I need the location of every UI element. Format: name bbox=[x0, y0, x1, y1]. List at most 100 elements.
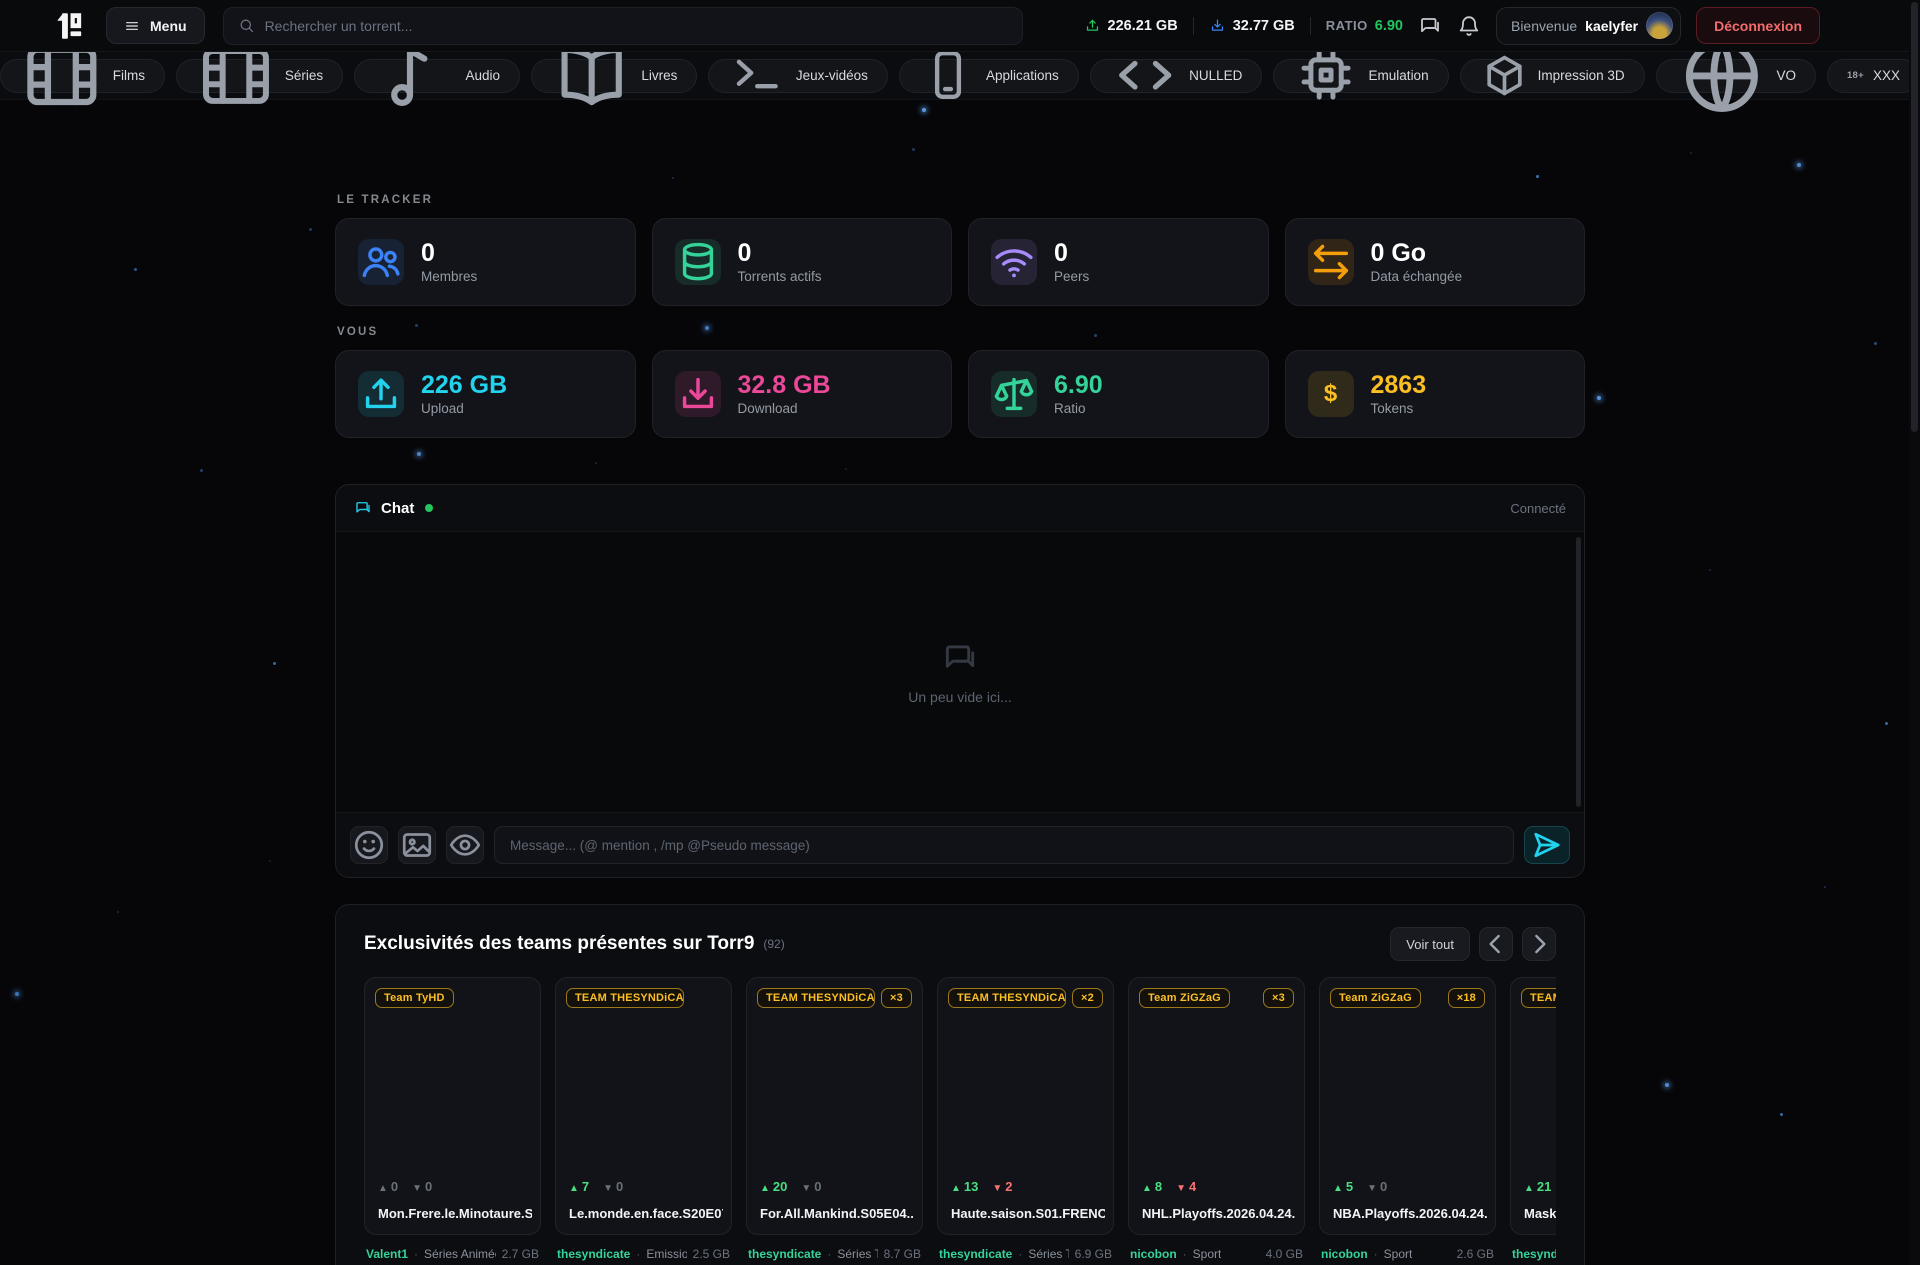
torrent-size: 6.9 GB bbox=[1075, 1247, 1112, 1261]
stat-card-peers: 0Peers bbox=[968, 218, 1269, 306]
transfer-icon bbox=[1308, 239, 1354, 285]
terminal-icon bbox=[728, 46, 787, 105]
wifi-icon bbox=[991, 239, 1037, 285]
nav-item-jeux-vid-os[interactable]: Jeux-vidéos bbox=[708, 59, 888, 93]
chat-messages-area: Un peu vide ici... bbox=[336, 531, 1584, 813]
user-menu[interactable]: Bienvenue kaelyfer bbox=[1496, 7, 1681, 45]
torrent-card[interactable]: Team ZiGZaG×3▲8▼4NHL.Playoffs.2026.04.24… bbox=[1128, 977, 1305, 1261]
nav-item-label: Audio bbox=[465, 68, 500, 83]
emoji-button[interactable] bbox=[350, 826, 388, 864]
torrent-meta: thesyndicate·Séries TV6.9 GB bbox=[937, 1247, 1114, 1261]
torrent-title: Le.monde.en.face.S20E07... bbox=[569, 1206, 723, 1221]
torrent-card-poster[interactable]: TEAM THESYNDiCATE▲21▼0Mask.S bbox=[1510, 977, 1556, 1235]
nav-item-label: VO bbox=[1776, 68, 1796, 83]
divider bbox=[1310, 17, 1311, 35]
uploader-name[interactable]: nicobon bbox=[1321, 1247, 1368, 1261]
chat-scrollbar[interactable] bbox=[1576, 537, 1581, 807]
torrent-card-poster[interactable]: Team ZiGZaG×3▲8▼4NHL.Playoffs.2026.04.24… bbox=[1128, 977, 1305, 1235]
site-logo[interactable] bbox=[52, 8, 88, 44]
torrent-card[interactable]: Team ZiGZaG×18▲5▼0NBA.Playoffs.2026.04.2… bbox=[1319, 977, 1496, 1261]
users-icon bbox=[358, 239, 404, 285]
stat-value: 226 GB bbox=[421, 372, 507, 398]
star bbox=[1874, 342, 1877, 345]
stat-value: 32.8 GB bbox=[738, 372, 831, 398]
chevron-left-icon bbox=[1480, 928, 1512, 960]
top-bar: Menu 226.21 GB 32.77 GB RATIO 6.90 Bienv… bbox=[0, 0, 1920, 52]
meta-separator: · bbox=[1374, 1247, 1378, 1261]
team-badge: Team TyHD bbox=[375, 988, 454, 1008]
torrent-card-poster[interactable]: Team TyHD▲0▼0Mon.Frere.le.Minotaure.S... bbox=[364, 977, 541, 1235]
nav-item-films[interactable]: Films bbox=[0, 59, 165, 93]
uploader-name[interactable]: thesyndicate bbox=[557, 1247, 630, 1261]
stat-value: 0 Go bbox=[1371, 240, 1463, 266]
peers-row: ▲8▼4 bbox=[1142, 1179, 1196, 1194]
uploader-name[interactable]: thesyndicate bbox=[748, 1247, 821, 1261]
seeders-up-icon: ▲ bbox=[569, 1183, 579, 1194]
torrent-category: Séries Animées bbox=[424, 1247, 496, 1261]
leechers-count: ▼4 bbox=[1176, 1179, 1196, 1194]
seeders-up-icon: ▲ bbox=[951, 1183, 961, 1194]
page-scrollbar-thumb[interactable] bbox=[1911, 2, 1918, 432]
preview-button[interactable] bbox=[446, 826, 484, 864]
seeders-up-icon: ▲ bbox=[760, 1183, 770, 1194]
exclusives-title: Exclusivités des teams présentes sur Tor… bbox=[364, 933, 754, 955]
nav-item-emulation[interactable]: Emulation bbox=[1273, 59, 1448, 93]
search-bar[interactable] bbox=[223, 7, 1023, 45]
torrent-title: NBA.Playoffs.2026.04.24... bbox=[1333, 1206, 1487, 1221]
nav-item-xxx[interactable]: 18+XXX bbox=[1827, 59, 1920, 93]
seeders-count: ▲20 bbox=[760, 1179, 787, 1194]
carousel-next-button[interactable] bbox=[1522, 927, 1556, 961]
adult-18-icon: 18+ bbox=[1847, 70, 1864, 81]
torrent-category: Séries TV bbox=[837, 1247, 877, 1261]
notifications-button[interactable] bbox=[1457, 14, 1481, 38]
seeders-count: ▲21 bbox=[1524, 1179, 1551, 1194]
leechers-count: ▼0 bbox=[412, 1179, 432, 1194]
uploader-name[interactable]: Valent1 bbox=[366, 1247, 408, 1261]
stat-value: 6.90 bbox=[1054, 372, 1103, 398]
carousel-prev-button[interactable] bbox=[1479, 927, 1513, 961]
nav-item-livres[interactable]: Livres bbox=[531, 59, 697, 93]
nav-item-audio[interactable]: Audio bbox=[354, 59, 520, 93]
stat-label: Download bbox=[738, 401, 831, 416]
logout-button[interactable]: Déconnexion bbox=[1696, 7, 1820, 44]
nav-item-impression-3d[interactable]: Impression 3D bbox=[1460, 59, 1645, 93]
torrent-card[interactable]: TEAM THESYNDiCATE×3▲20▼0For.All.Mankind.… bbox=[746, 977, 923, 1261]
torrent-card-poster[interactable]: TEAM THESYNDiCATE×3▲20▼0For.All.Mankind.… bbox=[746, 977, 923, 1235]
image-upload-button[interactable] bbox=[398, 826, 436, 864]
torrent-card[interactable]: TEAM THESYNDiCATE▲7▼0Le.monde.en.face.S2… bbox=[555, 977, 732, 1261]
page-scrollbar[interactable] bbox=[1909, 0, 1920, 1265]
torrent-size: 8.7 GB bbox=[884, 1247, 921, 1261]
star bbox=[1885, 722, 1888, 725]
chat-title: Chat bbox=[381, 500, 414, 517]
message-input[interactable] bbox=[494, 826, 1514, 864]
stat-card-upload: 226 GBUpload bbox=[335, 350, 636, 438]
download-icon bbox=[675, 371, 721, 417]
nav-item-applications[interactable]: Applications bbox=[899, 59, 1079, 93]
database-icon bbox=[675, 239, 721, 285]
torrent-card[interactable]: Team TyHD▲0▼0Mon.Frere.le.Minotaure.S...… bbox=[364, 977, 541, 1261]
uploader-name[interactable]: thesyndicate bbox=[1512, 1247, 1556, 1261]
uploader-name[interactable]: nicobon bbox=[1130, 1247, 1177, 1261]
chat-bubbles-icon bbox=[1418, 14, 1442, 38]
nav-item-nulled[interactable]: NULLED bbox=[1090, 59, 1263, 93]
torrent-card-poster[interactable]: Team ZiGZaG×18▲5▼0NBA.Playoffs.2026.04.2… bbox=[1319, 977, 1496, 1235]
stat-value: 2863 bbox=[1371, 372, 1427, 398]
torrent-card-poster[interactable]: TEAM THESYNDiCATE×2▲13▼2Haute.saison.S01… bbox=[937, 977, 1114, 1235]
messages-button[interactable] bbox=[1418, 14, 1442, 38]
multiplier-badge: ×3 bbox=[881, 988, 912, 1008]
online-status-dot bbox=[425, 504, 433, 512]
torrent-card-poster[interactable]: TEAM THESYNDiCATE▲7▼0Le.monde.en.face.S2… bbox=[555, 977, 732, 1235]
nav-item-label: Séries bbox=[285, 68, 323, 83]
nav-item-vo[interactable]: VO bbox=[1656, 59, 1816, 93]
nav-item-s-ries[interactable]: Séries bbox=[176, 59, 343, 93]
uploader-name[interactable]: thesyndicate bbox=[939, 1247, 1012, 1261]
torrent-card[interactable]: TEAM THESYNDiCATE▲21▼0Mask.Sthesyndicate bbox=[1510, 977, 1556, 1261]
search-input[interactable] bbox=[265, 18, 1008, 34]
view-all-button[interactable]: Voir tout bbox=[1390, 927, 1470, 961]
peers-row: ▲7▼0 bbox=[569, 1179, 623, 1194]
team-badge: TEAM THESYNDiCATE bbox=[1521, 988, 1556, 1008]
torrent-card[interactable]: TEAM THESYNDiCATE×2▲13▼2Haute.saison.S01… bbox=[937, 977, 1114, 1261]
exclusives-controls: Voir tout bbox=[1390, 927, 1556, 961]
menu-button[interactable]: Menu bbox=[106, 7, 205, 44]
send-message-button[interactable] bbox=[1524, 826, 1570, 864]
